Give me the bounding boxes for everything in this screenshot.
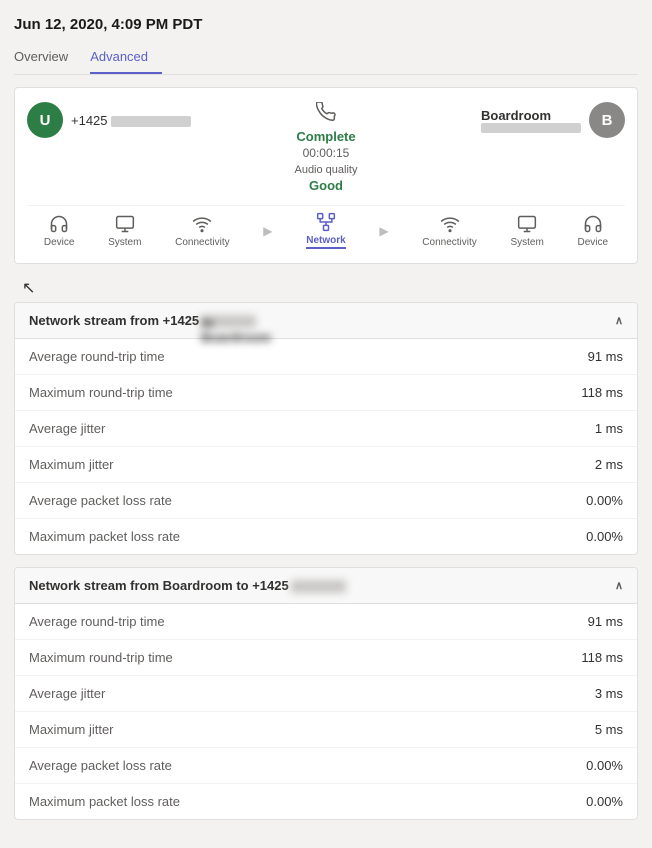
- stream1-stat-value: 0.00%: [563, 529, 623, 544]
- stream2-stat-row: Maximum round-trip time 118 ms: [15, 640, 637, 676]
- stream2-stat-row: Maximum packet loss rate 0.00%: [15, 784, 637, 819]
- stream2-stat-value: 5 ms: [563, 722, 623, 737]
- connectivity-right-icon-item[interactable]: Connectivity: [422, 214, 476, 248]
- call-header: U +1425 Complete 00:00:15 Audio quality …: [27, 102, 625, 193]
- stream1-stat-row: Maximum packet loss rate 0.00%: [15, 519, 637, 554]
- stream2-stat-row: Maximum jitter 5 ms: [15, 712, 637, 748]
- stream2-stat-value: 0.00%: [563, 794, 623, 809]
- monitor-right-icon: [517, 214, 537, 234]
- call-status: Complete: [296, 129, 355, 144]
- stream1-header[interactable]: Network stream from +1425 to Boardroom ∧: [15, 303, 637, 339]
- monitor-left-icon: [115, 214, 135, 234]
- device-right-icon-item[interactable]: Device: [577, 214, 608, 248]
- wifi-left-icon: [192, 214, 212, 234]
- receiver-name: Boardroom: [481, 108, 581, 123]
- call-center: Complete 00:00:15 Audio quality Good: [226, 102, 425, 193]
- caller-blur: [111, 116, 191, 127]
- network-center-icon: [316, 212, 336, 232]
- device-left-icon-item[interactable]: Device: [44, 214, 75, 248]
- stream2-stat-value: 91 ms: [563, 614, 623, 629]
- receiver-info: Boardroom: [481, 108, 581, 133]
- cursor-area: ↖: [14, 276, 638, 302]
- stream2-stat-row: Average round-trip time 91 ms: [15, 604, 637, 640]
- stream1-stat-label: Average packet loss rate: [29, 493, 563, 508]
- tabs-row: Overview Advanced: [14, 43, 638, 75]
- arrow-right-icon-2: ▶: [379, 224, 388, 238]
- stream1-title: Network stream from +1425 to Boardroom: [29, 313, 258, 328]
- cursor-indicator: ↖: [22, 280, 35, 297]
- connectivity-left-label: Connectivity: [175, 237, 229, 248]
- device-left-label: Device: [44, 237, 75, 248]
- stream2-title: Network stream from Boardroom to +1425: [29, 578, 348, 593]
- audio-quality-value: Good: [309, 178, 343, 193]
- stream1-stat-row: Maximum round-trip time 118 ms: [15, 375, 637, 411]
- stream1-stat-value: 118 ms: [563, 385, 623, 400]
- stream2-stat-row: Average packet loss rate 0.00%: [15, 748, 637, 784]
- stream2-stat-label: Maximum jitter: [29, 722, 563, 737]
- receiver-avatar: B: [589, 102, 625, 138]
- stream2-stat-row: Average jitter 3 ms: [15, 676, 637, 712]
- stream1-stat-row: Average round-trip time 91 ms: [15, 339, 637, 375]
- audio-quality-label: Audio quality: [294, 164, 357, 176]
- call-duration: 00:00:15: [303, 146, 350, 160]
- stream2-chevron-icon: ∧: [615, 579, 623, 592]
- stream2-title-blur: [291, 580, 346, 593]
- headset-left-icon: [49, 214, 69, 234]
- stream2-stat-value: 0.00%: [563, 758, 623, 773]
- stream1-stat-label: Maximum jitter: [29, 457, 563, 472]
- device-right-label: Device: [577, 237, 608, 248]
- stream1-stat-label: Average round-trip time: [29, 349, 563, 364]
- stream1-stat-label: Maximum round-trip time: [29, 385, 563, 400]
- stream1-stat-row: Average jitter 1 ms: [15, 411, 637, 447]
- stream1-stat-value: 91 ms: [563, 349, 623, 364]
- wifi-right-icon: [440, 214, 460, 234]
- caller-section: U +1425: [27, 102, 226, 138]
- stream2-stat-label: Average packet loss rate: [29, 758, 563, 773]
- stream2-stats: Average round-trip time 91 ms Maximum ro…: [15, 604, 637, 819]
- stream1-stat-value: 0.00%: [563, 493, 623, 508]
- stream2-stat-label: Maximum packet loss rate: [29, 794, 563, 809]
- system-left-icon-item[interactable]: System: [108, 214, 141, 248]
- stream1-stat-value: 1 ms: [563, 421, 623, 436]
- network-center-label: Network: [306, 235, 345, 246]
- connectivity-right-label: Connectivity: [422, 237, 476, 248]
- stream1-stat-row: Maximum jitter 2 ms: [15, 447, 637, 483]
- caller-info: +1425: [71, 113, 191, 128]
- page-wrapper: Jun 12, 2020, 4:09 PM PDT Overview Advan…: [0, 0, 652, 848]
- call-info-card: U +1425 Complete 00:00:15 Audio quality …: [14, 87, 638, 264]
- stream2-stat-label: Maximum round-trip time: [29, 650, 563, 665]
- caller-avatar: U: [27, 102, 63, 138]
- headset-right-icon: [583, 214, 603, 234]
- stream1-panel: Network stream from +1425 to Boardroom ∧…: [14, 302, 638, 555]
- page-title: Jun 12, 2020, 4:09 PM PDT: [14, 16, 638, 33]
- stream1-stat-label: Average jitter: [29, 421, 563, 436]
- stream1-stat-label: Maximum packet loss rate: [29, 529, 563, 544]
- stream2-panel: Network stream from Boardroom to +1425 ∧…: [14, 567, 638, 820]
- system-right-icon-item[interactable]: System: [510, 214, 543, 248]
- tab-overview[interactable]: Overview: [14, 43, 82, 74]
- stream1-stat-row: Average packet loss rate 0.00%: [15, 483, 637, 519]
- system-left-label: System: [108, 237, 141, 248]
- stream1-stats: Average round-trip time 91 ms Maximum ro…: [15, 339, 637, 554]
- stream2-stat-value: 3 ms: [563, 686, 623, 701]
- receiver-blur: [481, 123, 581, 133]
- stream2-header[interactable]: Network stream from Boardroom to +1425 ∧: [15, 568, 637, 604]
- stream2-stat-label: Average jitter: [29, 686, 563, 701]
- tab-advanced[interactable]: Advanced: [90, 43, 162, 74]
- network-center-icon-item[interactable]: Network: [306, 212, 345, 249]
- system-right-label: System: [510, 237, 543, 248]
- stream1-chevron-icon: ∧: [615, 314, 623, 327]
- caller-number: +1425: [71, 113, 108, 128]
- connectivity-left-icon-item[interactable]: Connectivity: [175, 214, 229, 248]
- network-icons-row: Device System Connectivity: [27, 205, 625, 253]
- receiver-section: Boardroom B: [426, 102, 625, 138]
- stream2-stat-label: Average round-trip time: [29, 614, 563, 629]
- arrow-right-icon: ▶: [263, 224, 272, 238]
- stream1-stat-value: 2 ms: [563, 457, 623, 472]
- stream2-stat-value: 118 ms: [563, 650, 623, 665]
- phone-icon: [316, 102, 336, 127]
